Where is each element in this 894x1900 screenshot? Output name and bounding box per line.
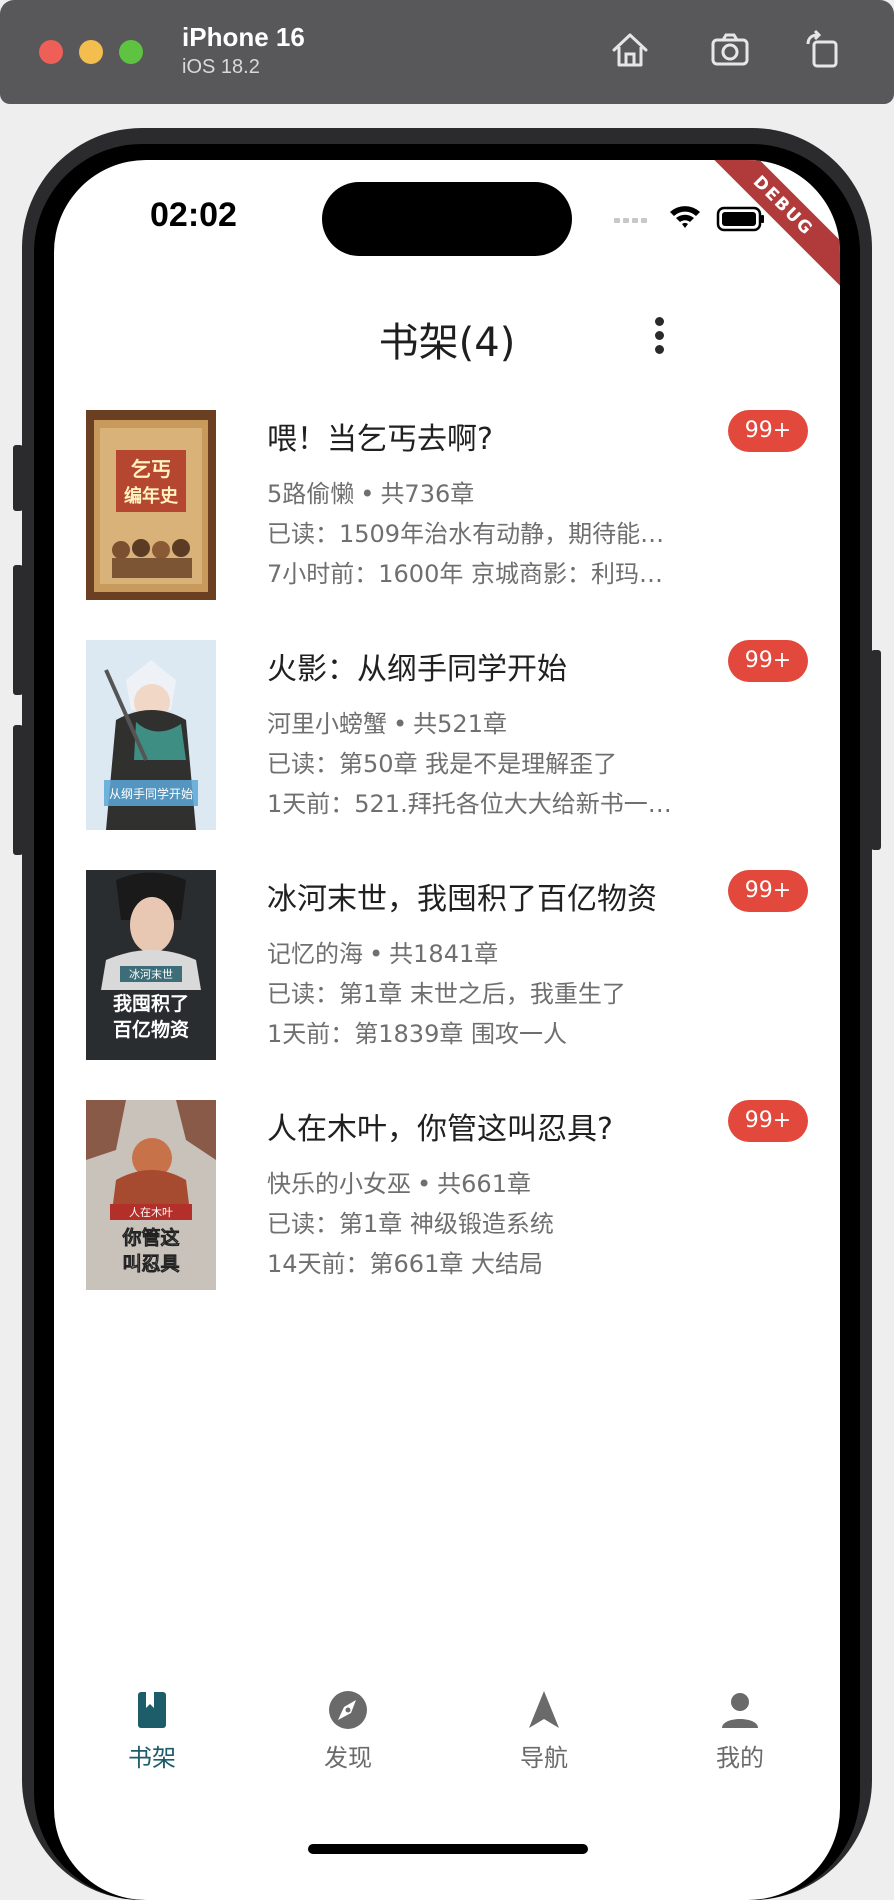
book-read-progress: 已读：第1章 末世之后，我重生了 (267, 980, 626, 1008)
book-cover: 从纲手同学开始 (86, 640, 216, 830)
status-time: 02:02 (150, 196, 237, 234)
minimize-window-button[interactable] (79, 40, 103, 64)
book-author-line: 快乐的小女巫 • 共661章 (267, 1164, 717, 1199)
book-item[interactable]: 从纲手同学开始 火影：从纲手同学开始 河里小螃蟹 • 共521章 已读：第50章 我… (54, 640, 840, 870)
compass-icon (329, 1691, 367, 1729)
book-latest-update: 1天前：521.拜托各位大大给新书一… (267, 790, 672, 818)
svg-text:我囤积了: 我囤积了 (113, 993, 189, 1015)
separator-dot: • (417, 1170, 432, 1198)
separator-dot: • (393, 710, 408, 738)
book-latest-update: 14天前：第661章 大结局 (267, 1250, 543, 1278)
nav-item-discover[interactable]: 发现 (250, 1678, 446, 1798)
nav-item-navigation[interactable]: 导航 (446, 1678, 642, 1798)
bottom-navigation: 书架 发现 导航 我的 (54, 1678, 840, 1808)
book-title: 喂！当乞丐去啊? (267, 422, 493, 457)
simulator-device-name: iPhone 16 (182, 22, 305, 52)
simulator-titlebar: iPhone 16 iOS 18.2 (0, 0, 894, 104)
close-window-button[interactable] (39, 40, 63, 64)
zoom-window-button[interactable] (119, 40, 143, 64)
separator-dot: • (360, 480, 375, 508)
book-author-line: 河里小螃蟹 • 共521章 (267, 704, 717, 739)
status-icons (614, 204, 764, 234)
nav-label: 发现 (324, 1744, 372, 1772)
book-author: 5路偷懒 (267, 480, 355, 508)
battery-icon (716, 206, 764, 232)
page-title: 书架(4) (378, 320, 516, 366)
phone-screen: 02:02 DEBUG 书架(4) 乞丐 编年史 喂！当乞丐去啊? 5路偷懒 •… (54, 160, 840, 1900)
screenshot-icon[interactable] (708, 28, 752, 72)
separator-dot: • (369, 940, 384, 968)
book-latest-update: 7小时前：1600年 京城商影：利玛… (267, 560, 663, 588)
nav-label: 书架 (128, 1744, 176, 1772)
book-item[interactable]: 冰河末世 我囤积了 百亿物资 冰河末世，我囤积了百亿物资 记忆的海 • 共1841章… (54, 870, 840, 1100)
navigation-arrow-icon (529, 1691, 559, 1728)
signal-icon (614, 218, 647, 223)
book-chapter-count: 共521章 (413, 710, 507, 738)
book-title: 冰河末世，我囤积了百亿物资 (267, 882, 657, 917)
unread-badge: 99+ (728, 870, 808, 912)
home-icon[interactable] (608, 28, 652, 72)
book-cover: 人在木叶 你管这 叫忍具 (86, 1100, 216, 1290)
dynamic-island (322, 182, 572, 256)
book-cover: 乞丐 编年史 (86, 410, 216, 600)
svg-text:人在木叶: 人在木叶 (129, 1206, 173, 1219)
nav-item-bookshelf[interactable]: 书架 (54, 1678, 250, 1798)
nav-label: 我的 (716, 1744, 764, 1772)
book-read-progress: 已读：第50章 我是不是理解歪了 (267, 750, 618, 778)
book-title: 火影：从纲手同学开始 (267, 652, 567, 687)
book-author-line: 记忆的海 • 共1841章 (267, 934, 717, 969)
svg-text:你管这: 你管这 (121, 1226, 179, 1249)
book-latest-update: 1天前：第1839章 围攻一人 (267, 1020, 567, 1048)
book-item[interactable]: 乞丐 编年史 喂！当乞丐去啊? 5路偷懒 • 共736章 已读：1509年治水有动静… (54, 410, 840, 640)
unread-badge: 99+ (728, 640, 808, 682)
book-title: 人在木叶，你管这叫忍具? (267, 1112, 613, 1147)
rotate-icon[interactable] (800, 28, 844, 72)
svg-text:百亿物资: 百亿物资 (113, 1018, 189, 1041)
unread-badge: 99+ (728, 410, 808, 452)
unread-badge: 99+ (728, 1100, 808, 1142)
person-icon (722, 1693, 758, 1728)
wifi-icon (670, 206, 700, 228)
book-read-progress: 已读：第1章 神级锻造系统 (267, 1210, 554, 1238)
home-indicator[interactable] (308, 1844, 588, 1854)
book-author: 快乐的小女巫 (267, 1170, 411, 1198)
power-button (871, 650, 881, 850)
nav-item-mine[interactable]: 我的 (642, 1678, 838, 1798)
bookshelf-list: 乞丐 编年史 喂！当乞丐去啊? 5路偷懒 • 共736章 已读：1509年治水有动静… (54, 410, 840, 1330)
svg-text:冰河末世: 冰河末世 (129, 967, 173, 981)
svg-text:乞丐: 乞丐 (131, 457, 171, 481)
book-author: 记忆的海 (267, 940, 363, 968)
svg-text:编年史: 编年史 (124, 485, 179, 507)
nav-label: 导航 (520, 1744, 568, 1772)
book-cover: 冰河末世 我囤积了 百亿物资 (86, 870, 216, 1060)
bookmark-book-icon (138, 1692, 166, 1728)
book-chapter-count: 共661章 (437, 1170, 531, 1198)
book-chapter-count: 共1841章 (389, 940, 499, 968)
book-author: 河里小螃蟹 (267, 710, 387, 738)
book-item[interactable]: 人在木叶 你管这 叫忍具 人在木叶，你管这叫忍具? 快乐的小女巫 • 共661章 已… (54, 1100, 840, 1330)
simulator-os-version: iOS 18.2 (182, 56, 260, 78)
book-read-progress: 已读：1509年治水有动静，期待能… (267, 520, 665, 548)
svg-text:从纲手同学开始: 从纲手同学开始 (109, 786, 193, 801)
svg-text:叫忍具: 叫忍具 (122, 1253, 179, 1275)
book-author-line: 5路偷懒 • 共736章 (267, 474, 717, 509)
more-vert-icon[interactable] (634, 310, 686, 362)
book-chapter-count: 共736章 (380, 480, 475, 508)
